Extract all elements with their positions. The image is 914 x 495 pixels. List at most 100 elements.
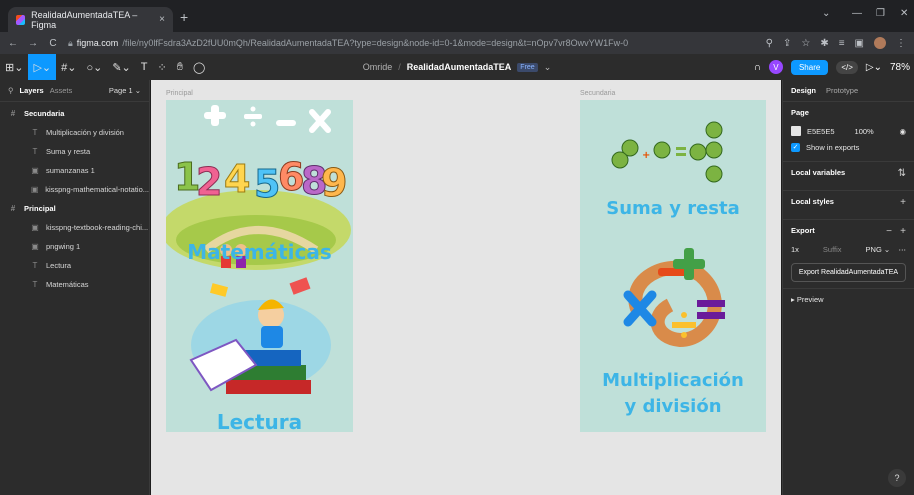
page-color-value[interactable]: E5E5E5	[807, 127, 835, 136]
pen-tool-button[interactable]: ✎⌄	[107, 54, 135, 80]
new-tab-button[interactable]: +	[180, 9, 188, 25]
shape-tool-button[interactable]: ○⌄	[81, 54, 107, 80]
comment-tool-button[interactable]: ◯	[188, 54, 210, 80]
user-avatar[interactable]: V	[768, 60, 783, 74]
add-style-icon[interactable]: +	[900, 197, 906, 208]
frame-label-principal[interactable]: Principal	[166, 90, 193, 97]
text-layer-icon: T	[32, 147, 38, 156]
page-color-swatch[interactable]	[791, 126, 801, 136]
chevron-down-icon[interactable]: ⌄	[544, 62, 552, 73]
maximize-icon[interactable]: ❐	[876, 8, 885, 19]
back-icon[interactable]: ←	[6, 38, 20, 49]
layer-label: Secundaria	[24, 109, 65, 118]
text-layer-icon: T	[32, 280, 38, 289]
title-lectura[interactable]: Lectura	[166, 410, 353, 432]
design-canvas[interactable]: Principal Secundaria 1 2 4 5 6 8 9 Matem…	[151, 80, 781, 495]
extensions-icon[interactable]: ✱	[820, 38, 828, 49]
minimize-icon[interactable]: —	[852, 8, 862, 19]
layer-label: Matemáticas	[46, 280, 89, 289]
tab-search-icon[interactable]: ⌄	[822, 8, 830, 19]
move-tool-button[interactable]: ▷⌄	[28, 54, 57, 80]
layer-item[interactable]: T Lectura	[0, 256, 149, 275]
url-field[interactable]: 🔒︎ figma.com/file/ny0lfFsdra3AzD2fUU0mQh…	[68, 38, 688, 49]
export-more-icon[interactable]: ⋯	[899, 245, 907, 254]
image-layer-icon: ▣	[31, 223, 39, 232]
sidepanel-icon[interactable]: ▣	[855, 38, 864, 49]
eye-icon[interactable]: ◉	[899, 127, 906, 136]
layer-item[interactable]: T Matemáticas	[0, 275, 149, 294]
layer-label: sumanzanas 1	[46, 166, 95, 175]
show-in-exports-checkbox[interactable]: ✓	[791, 142, 800, 152]
tab-design[interactable]: Design	[791, 86, 816, 95]
close-window-icon[interactable]: ✕	[900, 8, 908, 19]
layer-frame-item[interactable]: # Principal	[0, 199, 149, 218]
share-page-icon[interactable]: ⇪	[783, 38, 791, 49]
title-suma-y-resta[interactable]: Suma y resta	[580, 198, 766, 219]
team-name[interactable]: Omride	[363, 62, 393, 72]
layer-frame-item[interactable]: # Secundaria	[0, 104, 149, 123]
tab-assets[interactable]: Assets	[50, 86, 73, 95]
export-section: Export − + 1x Suffix PNG ⌄ ⋯ Export Real…	[783, 220, 914, 289]
title-multiplicacion-1[interactable]: Multiplicación	[580, 370, 766, 391]
frame-secundaria[interactable]: + Suma y resta Multiplicación y división	[580, 100, 766, 432]
layer-item[interactable]: ▣ pngwing 1	[0, 237, 149, 256]
export-button[interactable]: Export RealidadAumentadaTEA	[791, 263, 906, 282]
layer-item[interactable]: T Multiplicación y división	[0, 123, 149, 142]
preview-section[interactable]: ▸ Preview	[783, 289, 914, 310]
reading-list-icon[interactable]: ≡	[839, 38, 845, 49]
svg-text:4: 4	[224, 157, 250, 201]
add-export-icon[interactable]: +	[900, 226, 906, 237]
present-icon[interactable]: ▷⌄	[866, 62, 882, 73]
headphones-icon[interactable]: ∩	[754, 62, 761, 73]
frame-label-secundaria[interactable]: Secundaria	[580, 90, 615, 97]
browser-menu-icon[interactable]: ⋮	[896, 38, 906, 49]
tab-close-button[interactable]: ×	[159, 14, 165, 25]
local-styles-section: Local styles +	[783, 191, 914, 220]
layer-item[interactable]: ▣ kisspng-textbook-reading-chi...	[0, 218, 149, 237]
layer-item[interactable]: ▣ kisspng-mathematical-notatio...	[0, 180, 149, 199]
bookmark-star-icon[interactable]: ☆	[801, 38, 810, 49]
layer-label: kisspng-textbook-reading-chi...	[46, 223, 149, 232]
page-selector[interactable]: Page 1 ⌄	[109, 86, 141, 95]
frame-principal[interactable]: 1 2 4 5 6 8 9 Matemáticas Lectura	[166, 100, 353, 432]
layer-item[interactable]: T Suma y resta	[0, 142, 149, 161]
export-suffix-input[interactable]: Suffix	[823, 245, 842, 254]
help-button[interactable]: ?	[888, 469, 906, 487]
browser-tab[interactable]: RealidadAumentadaTEA – Figma ×	[8, 7, 173, 32]
hand-tool-button[interactable]: ✋︎	[172, 54, 188, 80]
panel-search-icon[interactable]: ⚲	[8, 86, 14, 95]
figma-favicon-icon	[16, 14, 26, 25]
frame-tool-button[interactable]: #⌄	[56, 54, 81, 80]
variables-icon[interactable]: ⇅	[898, 168, 906, 179]
layer-item[interactable]: ▣ sumanzanas 1	[0, 161, 149, 180]
main-menu-button[interactable]: ⊞⌄	[0, 54, 28, 80]
title-multiplicacion-2[interactable]: y división	[580, 396, 766, 417]
frame-icon: #⌄	[61, 61, 77, 74]
export-scale[interactable]: 1x	[791, 245, 799, 254]
principal-illustrations: 1 2 4 5 6 8 9	[166, 105, 351, 394]
resources-tool-button[interactable]: ⁘	[153, 54, 172, 80]
title-matematicas[interactable]: Matemáticas	[166, 240, 353, 264]
file-name[interactable]: RealidadAumentadaTEA	[407, 62, 512, 72]
title-separator: /	[398, 62, 401, 72]
zoom-icon[interactable]: ⚲	[766, 38, 773, 49]
tab-layers[interactable]: Layers	[20, 86, 44, 95]
reload-icon[interactable]: C	[46, 38, 60, 49]
local-variables-section[interactable]: Local variables ⇅	[783, 162, 914, 191]
forward-icon[interactable]: →	[26, 38, 40, 49]
svg-text:+: +	[642, 150, 650, 161]
colorful-numbers-illustration: 1 2 4 5 6 8 9	[174, 155, 348, 207]
figma-menu-icon: ⊞⌄	[5, 61, 24, 74]
profile-avatar[interactable]	[874, 37, 886, 49]
tab-prototype[interactable]: Prototype	[826, 86, 858, 95]
dev-mode-toggle[interactable]: </>	[836, 60, 858, 74]
layer-label: Principal	[24, 204, 56, 213]
page-opacity-value[interactable]: 100%	[855, 127, 874, 136]
export-format-select[interactable]: PNG ⌄	[866, 245, 891, 254]
zoom-level[interactable]: 78%	[890, 62, 910, 73]
image-layer-icon: ▣	[30, 185, 39, 194]
preview-toggle[interactable]: ▸ Preview	[791, 295, 906, 304]
remove-export-icon[interactable]: −	[886, 226, 892, 237]
share-button[interactable]: Share	[790, 59, 829, 75]
text-tool-button[interactable]: T	[136, 54, 153, 80]
